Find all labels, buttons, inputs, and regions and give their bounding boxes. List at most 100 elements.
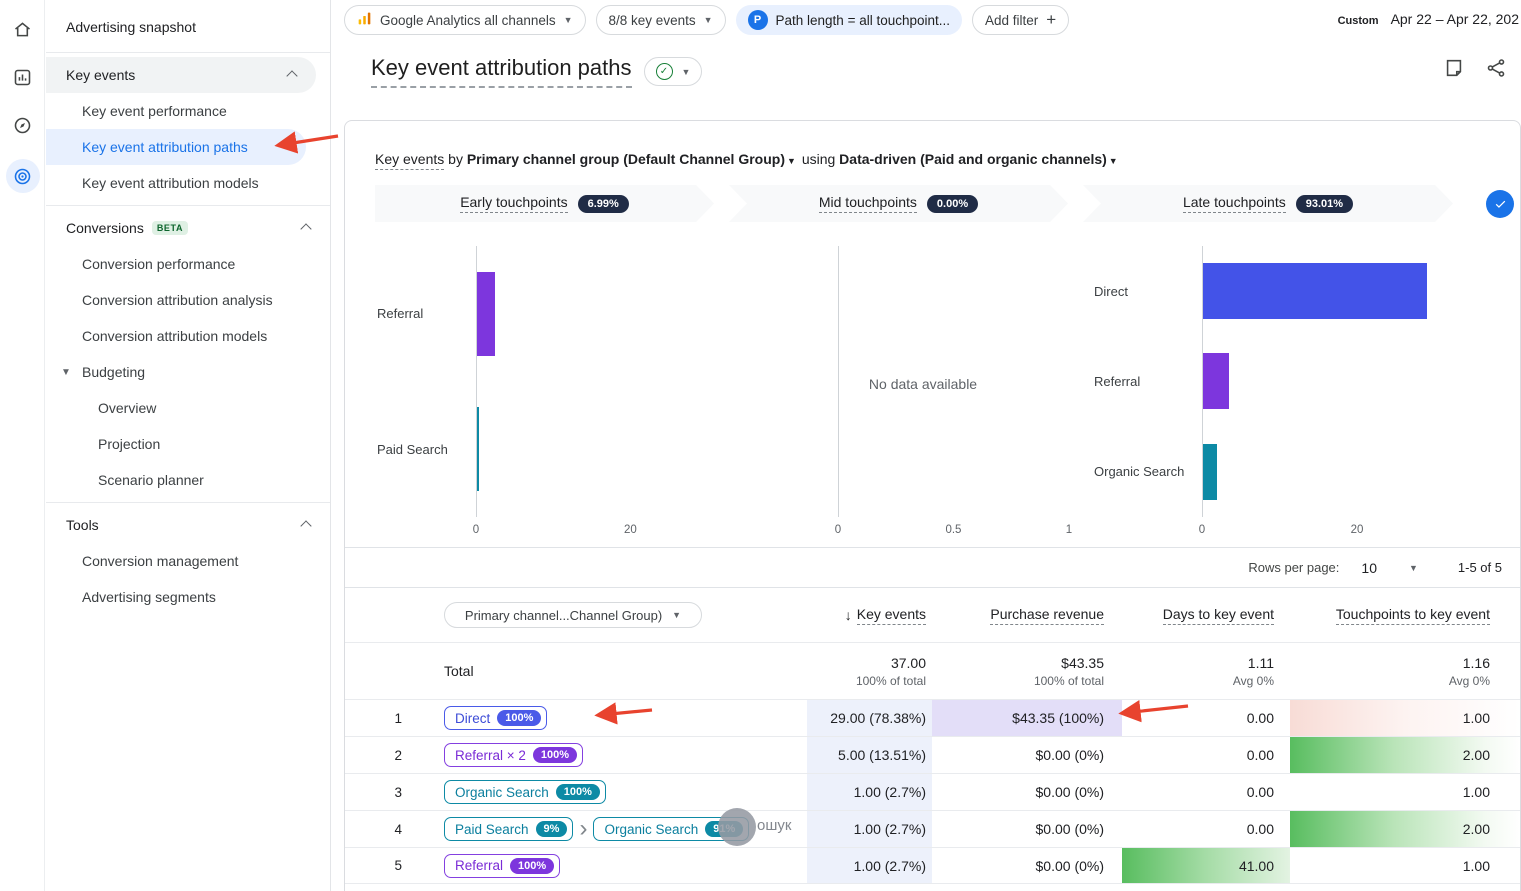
sidebar-item-label: Conversion attribution analysis <box>82 292 273 308</box>
rows-per-page-value[interactable]: 10 <box>1361 560 1377 576</box>
sidebar-item-conversion-performance[interactable]: Conversion performance <box>46 246 306 282</box>
channel-pill-referral[interactable]: Referral 100% <box>444 853 561 878</box>
sidebar-item-key-event-performance[interactable]: Key event performance <box>46 93 306 129</box>
beta-badge: BETA <box>151 221 189 235</box>
tab-late-touchpoints[interactable]: Late touchpoints 93.01% <box>1083 185 1453 222</box>
pill-percentage-badge: 100% <box>510 857 555 874</box>
table-row: 5 Referral 100% 1.00 (2.7%) $0.00 (0%) 4… <box>345 847 1520 884</box>
explore-nav-button[interactable] <box>0 104 45 152</box>
overlay-circle <box>718 808 756 846</box>
key-events-selector-dropdown[interactable]: 8/8 key events ▼ <box>595 5 726 35</box>
dimension-dropdown[interactable]: Primary channel...Channel Group) ▼ <box>444 602 702 628</box>
path-cell: Organic Search 100% <box>415 774 807 810</box>
subtitle-metric[interactable]: Key events <box>375 151 445 170</box>
row-number: 1 <box>394 710 402 726</box>
main-content: Google Analytics all channels ▼ 8/8 key … <box>332 0 1521 891</box>
pill-percentage-badge: 100% <box>497 710 542 726</box>
reports-nav-button[interactable] <box>0 56 45 104</box>
column-header-days-to-key-event[interactable]: Days to key event <box>1162 606 1274 625</box>
revenue-cell: $0.00 (0%) <box>1035 821 1104 837</box>
sidebar-item-conversion-management[interactable]: Conversion management <box>46 543 306 579</box>
total-touchpoints-sub: Avg 0% <box>1448 673 1490 688</box>
total-revenue: $43.35 <box>1061 654 1104 671</box>
sidebar-item-conversion-attribution-models[interactable]: Conversion attribution models <box>46 318 306 354</box>
revenue-cell: $43.35 (100%) <box>932 700 1122 736</box>
chart-bar[interactable] <box>1203 263 1428 320</box>
model-selector[interactable]: Data-driven (Paid and organic channels) <box>839 151 1107 167</box>
sidebar-item-label: Key event performance <box>82 103 227 119</box>
sidebar-item-label: Advertising snapshot <box>66 19 196 35</box>
add-filter-button[interactable]: Add filter + <box>972 5 1070 35</box>
dimension-selector[interactable]: Primary channel group (Default Channel G… <box>467 151 785 167</box>
dimension-dropdown-label: Primary channel...Channel Group) <box>464 607 663 623</box>
sidebar-item-key-event-attribution-paths[interactable]: Key event attribution paths <box>46 129 306 165</box>
sidebar-item-label: Projection <box>98 436 161 452</box>
key-events-selector-label: 8/8 key events <box>608 12 696 28</box>
pill-label: Referral <box>455 858 504 873</box>
chart-bar[interactable] <box>1203 443 1217 500</box>
sidebar-section-conversions[interactable]: Conversions BETA <box>46 210 330 246</box>
column-header-purchase-revenue[interactable]: Purchase revenue <box>990 606 1104 625</box>
sidebar-item-conversion-attribution-analysis[interactable]: Conversion attribution analysis <box>46 282 306 318</box>
sidebar-item-advertising-snapshot[interactable]: Advertising snapshot <box>46 6 330 48</box>
analytics-bars-icon <box>357 11 372 29</box>
tab-early-touchpoints[interactable]: Early touchpoints 6.99% <box>375 185 714 222</box>
revenue-cell: $0.00 (0%) <box>1035 857 1104 874</box>
property-selector-dropdown[interactable]: Google Analytics all channels ▼ <box>344 5 586 35</box>
caret-down-icon: ▼ <box>703 15 713 25</box>
sidebar-item-budgeting-scenario-planner[interactable]: Scenario planner <box>46 462 306 498</box>
date-range-label: Apr 22 – Apr 22, 202 <box>1390 11 1519 27</box>
report-subtitle: Key events by Primary channel group (Def… <box>375 151 1520 170</box>
section-label: Conversions <box>66 220 144 236</box>
caret-down-icon: ▼ <box>61 366 71 378</box>
tab-label: Early touchpoints <box>460 194 567 213</box>
path-length-filter-chip[interactable]: P Path length = all touchpoint... <box>735 5 963 35</box>
sidebar-item-budgeting[interactable]: ▼ Budgeting <box>46 354 306 390</box>
property-selector-label: Google Analytics all channels <box>380 12 556 28</box>
sidebar-item-key-event-attribution-models[interactable]: Key event attribution models <box>46 165 306 201</box>
selected-check-icon[interactable] <box>1486 189 1514 218</box>
sidebar-section-tools[interactable]: Tools <box>46 507 330 543</box>
home-nav-button[interactable] <box>0 8 45 56</box>
column-header-touchpoints[interactable]: Touchpoints to key event <box>1335 606 1490 625</box>
sidebar-item-label: Advertising segments <box>82 589 216 605</box>
sidebar-item-advertising-segments[interactable]: Advertising segments <box>46 579 306 615</box>
chart-category-label: Paid Search <box>377 441 448 457</box>
chart-bar[interactable] <box>477 407 479 492</box>
sidebar-item-budgeting-overview[interactable]: Overview <box>46 390 306 426</box>
chart-late-touchpoints: Direct Referral Organic Search 0 20 <box>1092 246 1512 541</box>
share-icon[interactable] <box>1485 57 1507 84</box>
path-cell: Referral × 2 100% <box>415 737 807 773</box>
channel-pill-direct[interactable]: Direct 100% <box>444 706 548 730</box>
notes-icon[interactable] <box>1443 57 1465 84</box>
x-axis: 0 0.5 1 <box>754 517 1092 541</box>
table-row: 3 Organic Search 100% 1.00 (2.7%) $0.00 … <box>345 773 1520 810</box>
date-range-picker[interactable]: Custom Apr 22 – Apr 22, 202 <box>1338 11 1519 27</box>
caret-down-icon: ▼ <box>787 156 796 166</box>
chart-bar[interactable] <box>1203 353 1230 410</box>
advertising-icon <box>5 159 40 193</box>
sort-descending-icon[interactable]: ↓ <box>845 607 852 623</box>
channel-pill-referral[interactable]: Referral × 2 100% <box>444 743 584 767</box>
app-rail <box>0 0 45 891</box>
touchpoints-cell: 1.00 <box>1462 857 1490 874</box>
channel-pill-organic-search[interactable]: Organic Search 100% <box>444 780 606 804</box>
tab-mid-touchpoints[interactable]: Mid touchpoints 0.00% <box>729 185 1068 222</box>
chart-bar[interactable] <box>477 271 495 356</box>
tab-percentage-badge: 0.00% <box>927 195 978 213</box>
channel-pill-paid-search[interactable]: Paid Search 9% <box>444 817 574 841</box>
chart-mid-touchpoints: 0 0.5 1 No data available <box>754 246 1092 541</box>
explore-icon <box>12 115 33 141</box>
attribution-charts: Referral Paid Search 0 20 0 0.5 1 No data av… <box>375 246 1520 541</box>
data-quality-dropdown[interactable]: ✓ ▼ <box>643 57 703 86</box>
advertising-nav-button[interactable] <box>0 152 45 200</box>
axis-tick-label: 20 <box>1350 524 1364 536</box>
key-events-cell: 1.00 (2.7%) <box>807 811 932 847</box>
sidebar-section-key-events[interactable]: Key events <box>46 57 316 93</box>
column-header-key-events[interactable]: Key events <box>856 606 926 625</box>
table-total-row: Total 37.00 100% of total $43.35 100% of… <box>345 643 1520 699</box>
axis-tick-label: 0.5 <box>945 524 962 536</box>
sidebar-item-label: Conversion performance <box>82 256 236 272</box>
sidebar-item-budgeting-projection[interactable]: Projection <box>46 426 306 462</box>
caret-down-icon[interactable]: ▼ <box>1409 563 1418 573</box>
